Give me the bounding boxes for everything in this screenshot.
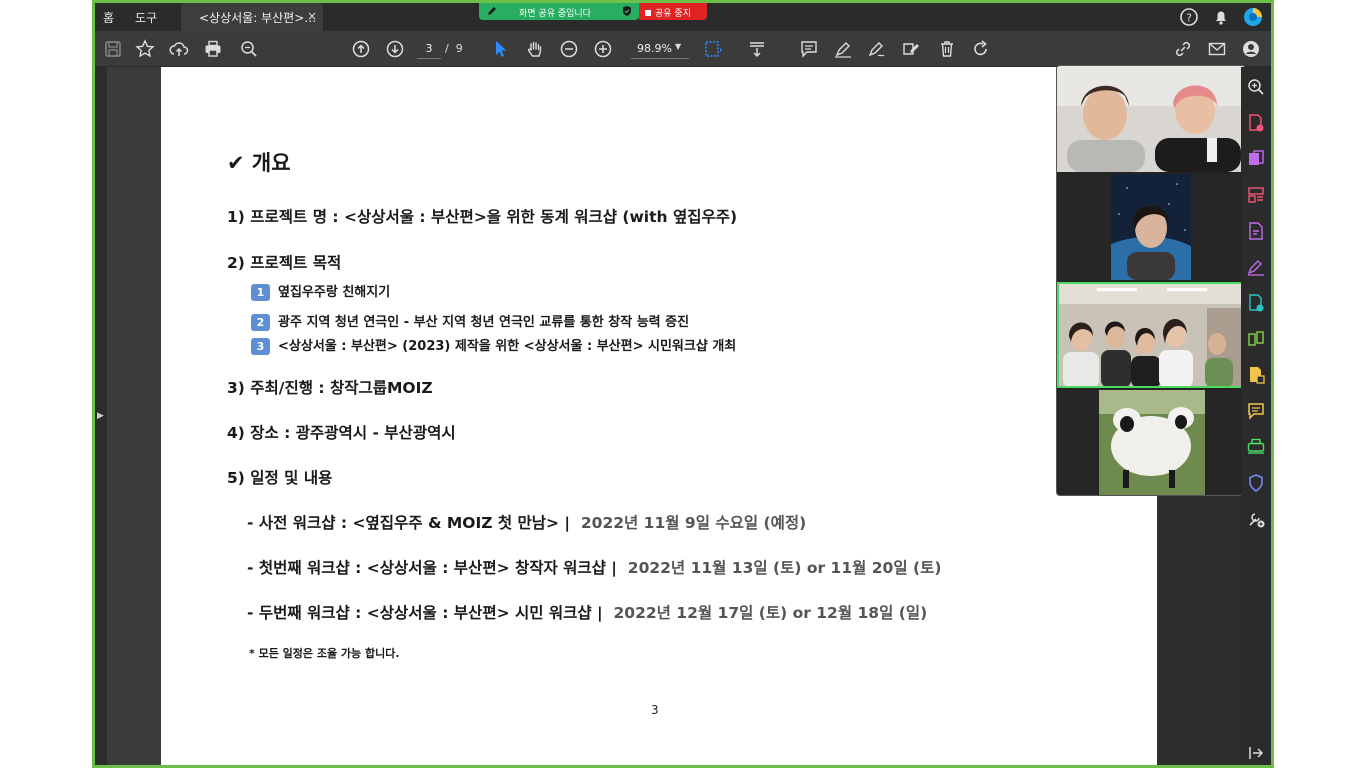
participant-video-tile[interactable] <box>1057 390 1245 495</box>
video-call-panel[interactable] <box>1056 65 1246 496</box>
total-pages: 9 <box>455 42 463 55</box>
help-icon[interactable]: ? <box>1179 7 1199 27</box>
svg-text:?: ? <box>1186 12 1192 25</box>
organize-pages-icon[interactable] <box>1246 185 1266 205</box>
participant-video-tile[interactable] <box>1057 174 1245 280</box>
fill-sign-icon[interactable] <box>1246 257 1266 277</box>
schedule-item: - 첫번째 워크샵 : <상상서울 : 부산편> 창작자 워크샵 | 2022년… <box>247 556 941 578</box>
project-purpose-heading: 2) 프로젝트 목적 <box>227 254 342 272</box>
schedule-note: * 모든 일정은 조율 가능 합니다. <box>249 647 400 660</box>
pen-icon[interactable] <box>485 4 499 18</box>
fit-page-icon[interactable] <box>703 39 723 59</box>
rotate-icon[interactable] <box>971 39 991 59</box>
zoom-tool-icon[interactable] <box>1246 77 1266 97</box>
create-pdf-icon[interactable] <box>1246 149 1266 169</box>
previous-page-icon[interactable] <box>351 39 371 59</box>
page-count: / 9 <box>445 42 463 55</box>
zoom-search-icon[interactable] <box>239 39 259 59</box>
shield-check-icon <box>623 6 631 16</box>
scan-print-icon[interactable] <box>1246 437 1266 457</box>
tab-close-icon[interactable]: × <box>307 9 317 23</box>
stop-sharing-label: 공유 중지 <box>655 9 691 19</box>
bookmark-star-icon[interactable] <box>135 39 155 59</box>
goal-number-badge: 1 <box>251 284 270 301</box>
goal-item: 1 옆집우주랑 친해지기 <box>251 281 390 301</box>
expand-panel-chevron-icon[interactable]: ▶ <box>97 411 104 421</box>
participant-video-feed <box>1057 66 1245 172</box>
highlight-pen-icon[interactable] <box>833 39 853 59</box>
schedule-date: 2022년 11월 13일 (토) or 11월 20일 (토) <box>627 559 942 577</box>
upload-cloud-icon[interactable] <box>169 39 189 59</box>
hand-tool-icon[interactable] <box>525 39 545 59</box>
menu-home[interactable]: 홈 <box>103 9 114 26</box>
screen-sharing-bar: 화면 공유 중입니다 <box>479 3 639 20</box>
zoom-in-icon[interactable] <box>593 39 613 59</box>
page-number: 3 <box>651 703 659 717</box>
participant-video-feed <box>1057 174 1245 280</box>
participant-video-tile[interactable] <box>1057 66 1245 172</box>
section-heading: ✔ 개요 <box>227 151 291 175</box>
comment-icon[interactable] <box>799 39 819 59</box>
goal-text: <상상서울 : 부산편> (2023) 제작을 위한 <상상서울 : 부산편> … <box>278 339 737 354</box>
menu-tools[interactable]: 도구 <box>135 9 157 26</box>
stop-sharing-button[interactable]: 공유 중지 <box>639 3 707 20</box>
schedule-label: - 사전 워크샵 : <옆집우주 & MOIZ 첫 만남> | <box>247 514 571 532</box>
toolbar: 3 / 9 98.9% ▼ <box>95 31 1271 67</box>
project-name: 1) 프로젝트 명 : <상상서울 : 부산편>을 위한 동계 워크샵 (wit… <box>227 208 738 226</box>
select-cursor-icon[interactable] <box>491 39 511 59</box>
left-panel-gutter: ▶ <box>95 67 107 765</box>
next-page-icon[interactable] <box>385 39 405 59</box>
scroll-mode-icon[interactable] <box>747 39 767 59</box>
schedule-label: - 두번째 워크샵 : <상상서울 : 부산편> 시민 워크샵 | <box>247 604 603 622</box>
account-avatar-icon[interactable] <box>1243 7 1263 27</box>
participant-video-tile-active[interactable] <box>1057 282 1245 388</box>
schedule-heading: 5) 일정 및 내용 <box>227 469 333 487</box>
page-number-input[interactable]: 3 <box>417 39 441 59</box>
share-link-icon[interactable] <box>1173 39 1193 59</box>
account-icon[interactable] <box>1241 39 1261 59</box>
goal-item: 3 <상상서울 : 부산편> (2023) 제작을 위한 <상상서울 : 부산편>… <box>251 335 736 355</box>
organizer-line: 3) 주최/진행 : 창작그룹MOIZ <box>227 379 433 397</box>
schedule-date: 2022년 11월 9일 수요일 (예정) <box>580 514 807 532</box>
stop-icon <box>645 10 651 16</box>
print-icon[interactable] <box>203 39 223 59</box>
schedule-date: 2022년 12월 17일 (토) or 12월 18일 (일) <box>613 604 928 622</box>
delete-trash-icon[interactable] <box>937 39 957 59</box>
draw-pen-icon[interactable] <box>867 39 887 59</box>
document-tab[interactable]: <상상서울: 부산편>… × <box>181 3 323 31</box>
goal-number-badge: 3 <box>251 338 270 355</box>
request-signature-icon[interactable] <box>1246 293 1266 313</box>
sharing-status-text: 화면 공유 중입니다 <box>519 9 591 19</box>
goal-text: 광주 지역 청년 연극인 - 부산 지역 청년 연극인 교류를 통한 창작 능력… <box>278 315 690 330</box>
page-separator: / <box>445 42 449 55</box>
participant-video-feed <box>1057 282 1245 388</box>
comment-tool-icon[interactable] <box>1246 401 1266 421</box>
email-icon[interactable] <box>1207 39 1227 59</box>
location-line: 4) 장소 : 광주광역시 - 부산광역시 <box>227 424 456 442</box>
combine-files-icon[interactable] <box>1246 365 1266 385</box>
participant-avatar-image <box>1057 390 1245 495</box>
zoom-out-icon[interactable] <box>559 39 579 59</box>
schedule-item: - 사전 워크샵 : <옆집우주 & MOIZ 첫 만남> | 2022년 11… <box>247 511 806 533</box>
export-pdf-icon[interactable] <box>1246 113 1266 133</box>
screen-share-frame: 홈 도구 <상상서울: 부산편>… × ? 화면 공유 중입니다 공유 중지 3… <box>92 0 1274 768</box>
edit-text-icon[interactable] <box>901 39 921 59</box>
collapse-rail-icon[interactable] <box>1246 743 1266 763</box>
bell-icon[interactable] <box>1211 7 1231 27</box>
schedule-item: - 두번째 워크샵 : <상상서울 : 부산편> 시민 워크샵 | 2022년 … <box>247 601 927 623</box>
compare-files-icon[interactable] <box>1246 329 1266 349</box>
zoom-dropdown-chevron-icon[interactable]: ▼ <box>675 42 681 51</box>
more-tools-icon[interactable] <box>1246 509 1266 529</box>
schedule-label: - 첫번째 워크샵 : <상상서울 : 부산편> 창작자 워크샵 | <box>247 559 617 577</box>
document-tab-title: <상상서울: 부산편>… <box>199 11 317 25</box>
goal-number-badge: 2 <box>251 314 270 331</box>
save-icon[interactable] <box>103 39 123 59</box>
goal-text: 옆집우주랑 친해지기 <box>278 285 391 300</box>
edit-pdf-icon[interactable] <box>1246 221 1266 241</box>
protect-shield-icon[interactable] <box>1246 473 1266 493</box>
tools-rail <box>1241 67 1271 765</box>
goal-item: 2 광주 지역 청년 연극인 - 부산 지역 청년 연극인 교류를 통한 창작 능… <box>251 311 689 331</box>
document-page: ✔ 개요 1) 프로젝트 명 : <상상서울 : 부산편>을 위한 동계 워크샵… <box>161 67 1157 765</box>
